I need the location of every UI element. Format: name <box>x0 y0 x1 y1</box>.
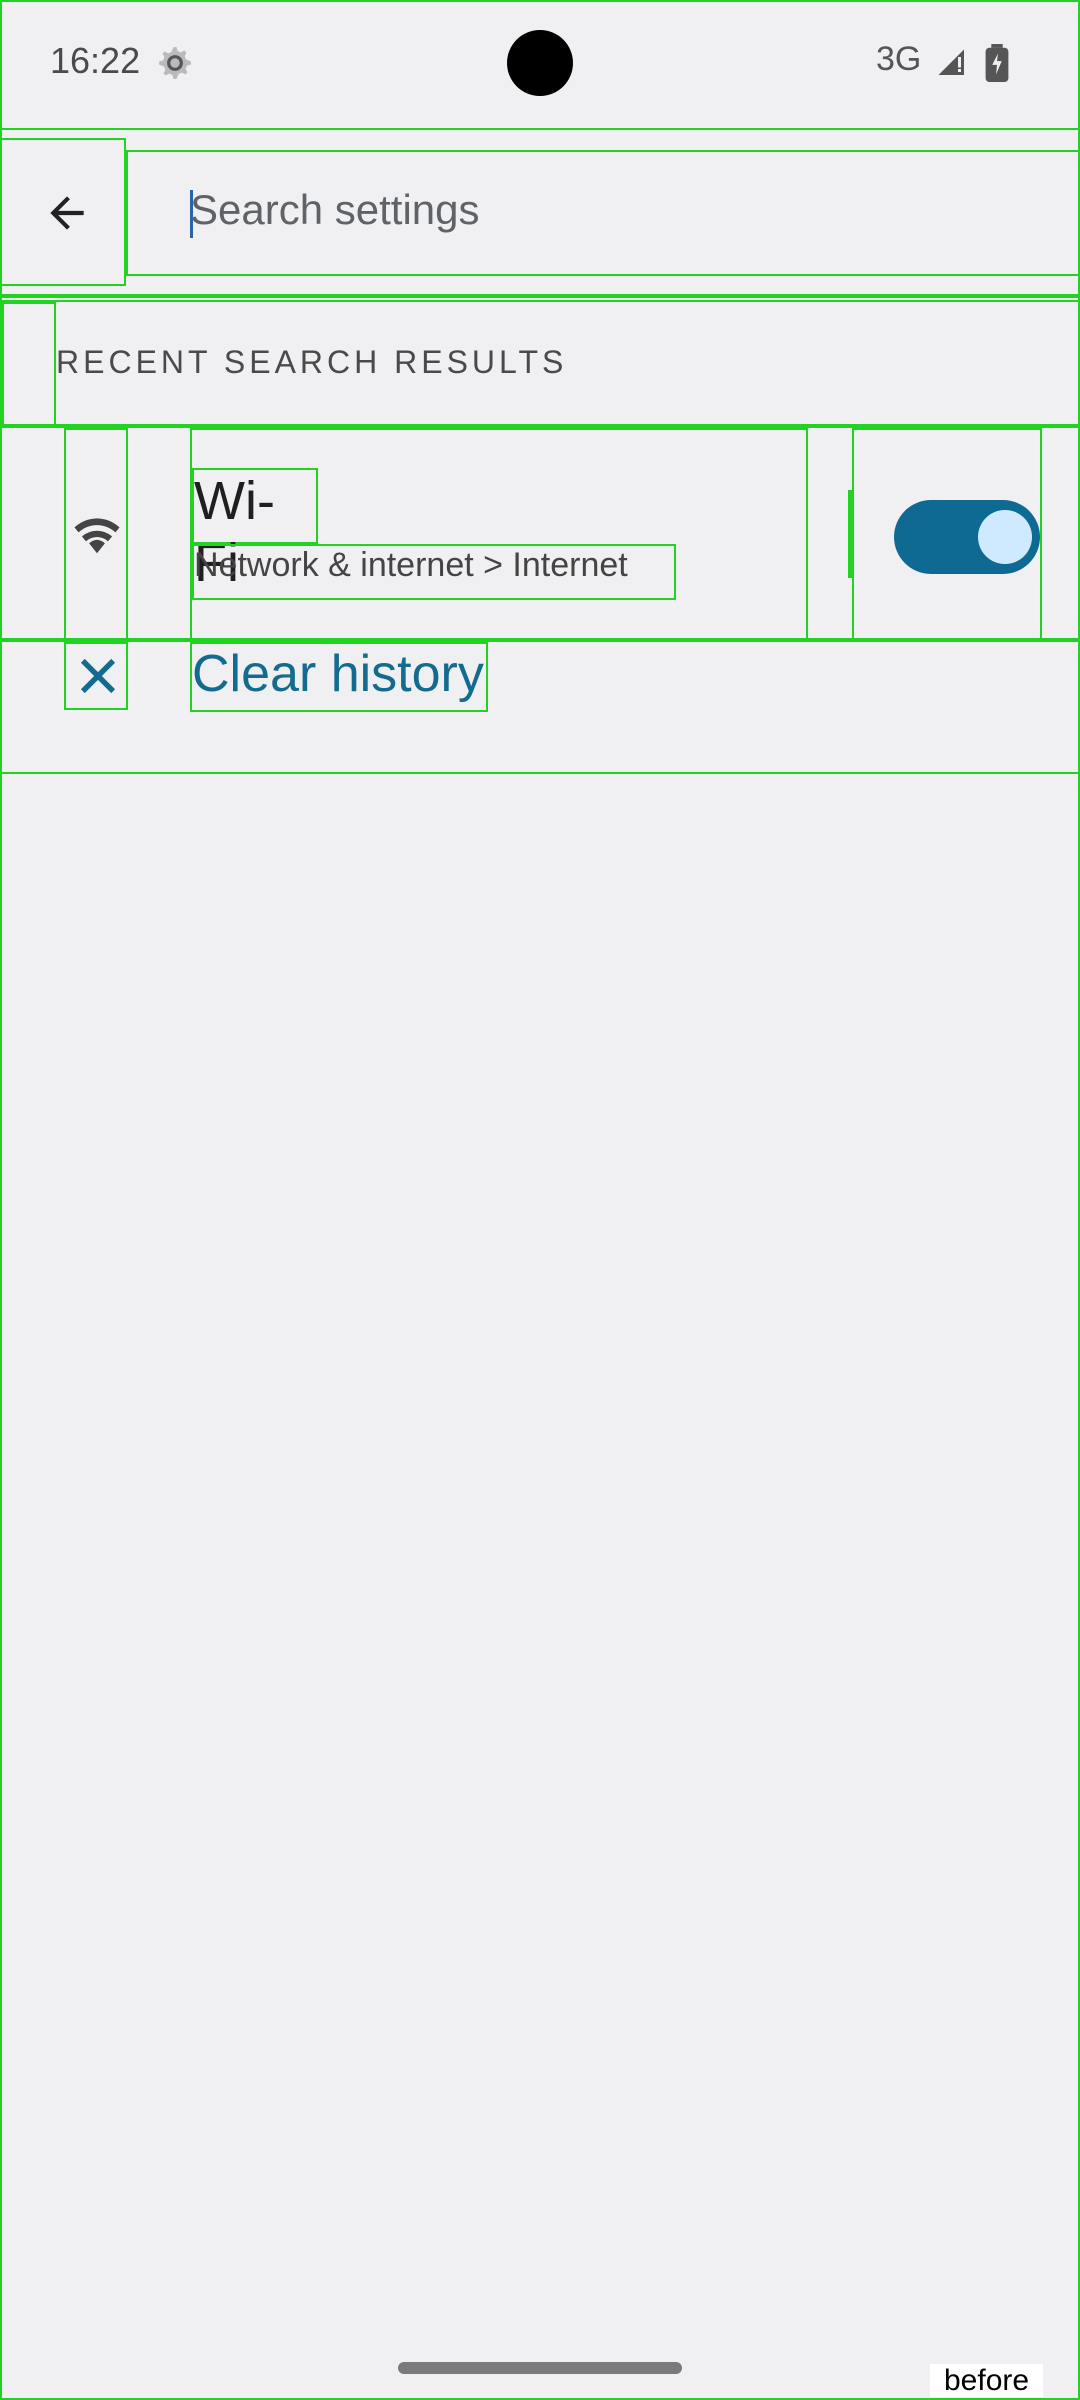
clear-history-label[interactable]: Clear history <box>192 645 484 703</box>
battery-icon <box>985 44 1009 82</box>
wifi-toggle-frame[interactable] <box>852 428 1042 640</box>
clear-history-label-box: Clear history <box>190 642 488 712</box>
back-button[interactable] <box>0 138 126 286</box>
wifi-icon <box>70 506 124 560</box>
wifi-icon-frame <box>64 428 128 640</box>
camera-cutout <box>507 30 573 96</box>
before-label: before <box>930 2364 1044 2397</box>
recent-section-header: RECENT SEARCH RESULTS <box>0 300 1080 428</box>
clear-history-row[interactable]: Clear history <box>0 640 1080 774</box>
section-indent <box>2 302 56 428</box>
wifi-subtitle: Network & internet > Internet <box>194 546 628 584</box>
back-arrow-icon <box>42 188 92 238</box>
gesture-nav-bar[interactable] <box>398 2362 682 2374</box>
toggle-thumb <box>978 510 1032 564</box>
wifi-text-block: Wi-Fi Network & internet > Internet <box>190 428 808 640</box>
search-field[interactable]: Search settings <box>126 150 1080 276</box>
wifi-result-item[interactable]: Wi-Fi Network & internet > Internet <box>0 426 1080 640</box>
search-input[interactable]: Search settings <box>190 186 480 233</box>
gear-status-icon <box>156 44 194 82</box>
wifi-title-box: Wi-Fi <box>192 468 318 593</box>
signal-icon <box>934 45 970 81</box>
close-icon <box>72 650 124 702</box>
wifi-toggle[interactable] <box>894 500 1040 574</box>
close-icon-frame <box>64 642 128 710</box>
header-divider <box>0 294 1080 298</box>
status-time-text: 16:22 <box>50 40 141 81</box>
wifi-subtitle-box: Network & internet > Internet <box>192 544 676 600</box>
network-text: 3G <box>876 40 922 78</box>
section-title: RECENT SEARCH RESULTS <box>56 344 568 380</box>
